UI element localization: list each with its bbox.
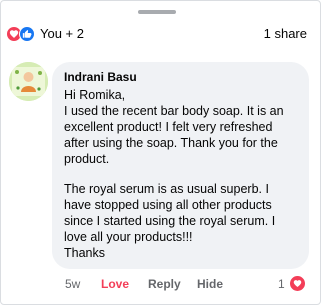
comment-line: I used the recent bar body soap. It is a… (64, 104, 284, 118)
love-icon[interactable] (289, 275, 306, 292)
comment-line: The royal serum is as usual superb. I (64, 182, 269, 196)
comment-line: Hi Romika, (64, 88, 126, 102)
comment-line: Thanks (64, 246, 105, 260)
comment-sheet: You + 2 1 share Indrani Basu Hi Romika, … (0, 0, 321, 305)
comment-action-bar: 5w Love Reply Hide 1 (1, 273, 321, 295)
like-reaction-icon (19, 26, 35, 42)
comment-line: have stopped using all other products (64, 198, 272, 212)
comment-line: since I started using the royal serum. I (64, 214, 276, 228)
comment-author[interactable]: Indrani Basu (64, 70, 299, 85)
comment-reaction-count[interactable]: 1 (278, 276, 285, 292)
avatar[interactable] (9, 62, 48, 101)
hide-button[interactable]: Hide (197, 276, 223, 292)
comment-line: product. (64, 152, 110, 166)
comment-line: excellent product! I felt very refreshed (64, 120, 273, 134)
love-button[interactable]: Love (101, 276, 129, 292)
comment-line: after using the soap. Thank you for the (64, 136, 278, 150)
comment-line: love all your products!!! (64, 230, 193, 244)
comment-timestamp[interactable]: 5w (65, 276, 80, 292)
reactions-bar[interactable]: You + 2 1 share (1, 21, 321, 47)
drag-handle[interactable] (138, 10, 176, 14)
reply-button[interactable]: Reply (148, 276, 181, 292)
comment-body: Hi Romika, I used the recent bar body so… (64, 87, 299, 261)
comment-bubble[interactable]: Indrani Basu Hi Romika, I used the recen… (52, 62, 309, 269)
reaction-count[interactable]: You + 2 (40, 26, 84, 42)
share-count[interactable]: 1 share (264, 26, 307, 42)
